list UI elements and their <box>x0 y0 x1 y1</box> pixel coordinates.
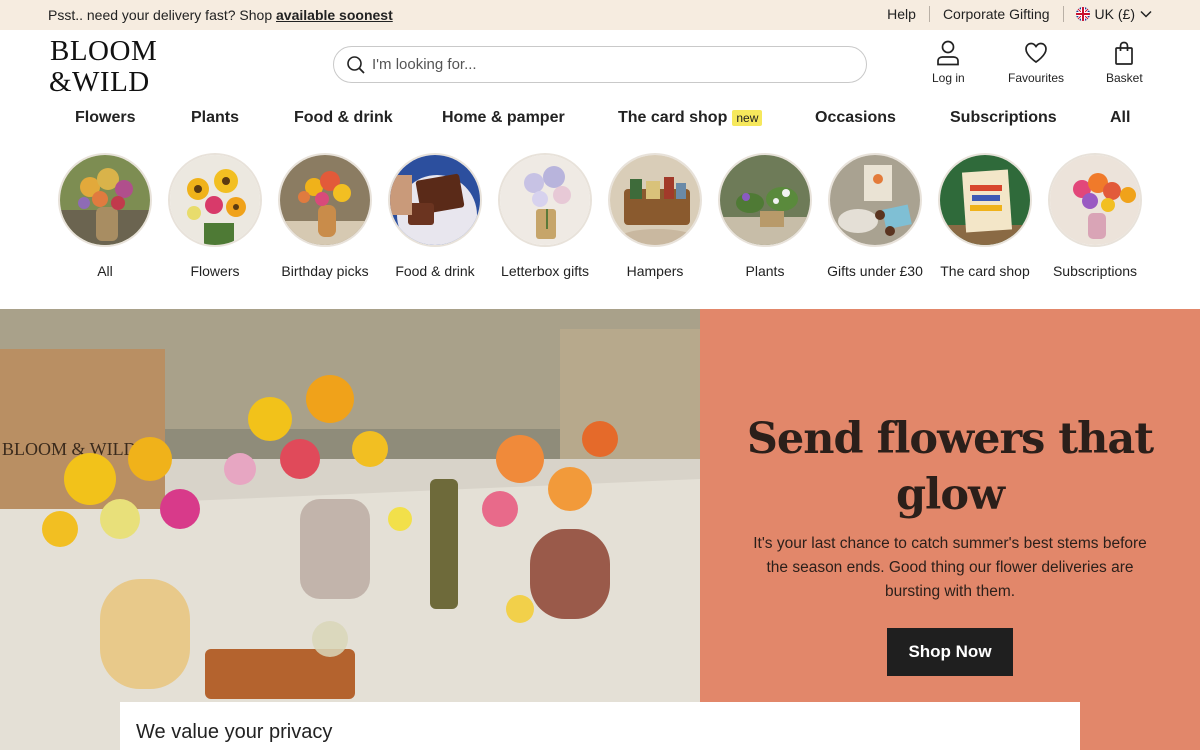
hero-title: Send flowers that glow <box>746 414 1154 520</box>
nav-item-occasions[interactable]: Occasions <box>815 109 896 127</box>
box-brand-text: BLOOM & WILD <box>2 439 137 459</box>
login-label: Log in <box>932 71 965 85</box>
logo-line-2: &WILD <box>49 66 150 95</box>
category-label: The card shop <box>940 263 1030 279</box>
category-plants[interactable]: Plants <box>710 153 820 279</box>
nav-item-flowers[interactable]: Flowers <box>75 109 135 127</box>
nav-item-card-shop[interactable]: The card shop new <box>618 109 763 127</box>
locale-label: UK (£) <box>1094 6 1135 22</box>
hero-description: It's your last chance to catch summer's … <box>753 535 1147 600</box>
user-icon <box>937 40 960 66</box>
basket-button[interactable]: Basket <box>1106 40 1143 85</box>
nav-item-plants[interactable]: Plants <box>191 109 239 127</box>
category-label: Plants <box>745 263 785 279</box>
subscription-bouquet-photo <box>1048 153 1142 247</box>
basket-icon <box>1115 41 1134 65</box>
category-hampers[interactable]: Hampers <box>600 153 710 279</box>
category-flowers[interactable]: Flowers <box>160 153 270 279</box>
help-link[interactable]: Help <box>874 6 929 22</box>
hero-panel: Send flowers that glow It's your last ch… <box>700 309 1200 750</box>
privacy-banner: We value your privacy <box>120 702 1080 750</box>
category-label: Birthday picks <box>281 263 369 279</box>
favourites-button[interactable]: Favourites <box>1008 40 1064 85</box>
hero-image: BLOOM & WILD <box>0 309 700 750</box>
category-birthday-picks[interactable]: Birthday picks <box>270 153 380 279</box>
logo-line-1: BLOOM <box>50 35 157 67</box>
heart-icon <box>1025 42 1047 64</box>
bloom-and-wild-logo[interactable]: BLOOM &WILD <box>49 35 177 98</box>
nav-item-card-shop-label: The card shop <box>618 109 728 126</box>
main-nav: Flowers Plants Food & drink Home & pampe… <box>0 109 1200 131</box>
category-letterbox-gifts[interactable]: Letterbox gifts <box>490 153 600 279</box>
birthday-bouquet-photo <box>278 153 372 247</box>
plant-photo <box>718 153 812 247</box>
category-label: Flowers <box>190 263 240 279</box>
hamper-photo <box>608 153 702 247</box>
search-icon <box>347 55 365 74</box>
category-carousel: All Flowers Birthday picks Food & drink … <box>0 153 1200 279</box>
favourites-label: Favourites <box>1008 71 1065 85</box>
category-food-drink[interactable]: Food & drink <box>380 153 490 279</box>
category-label: Hampers <box>626 263 684 279</box>
sunflower-bouquet-photo <box>168 153 262 247</box>
privacy-title: We value your privacy <box>136 721 333 743</box>
greeting-card-photo <box>938 153 1032 247</box>
category-all[interactable]: All <box>50 153 160 279</box>
category-subscriptions[interactable]: Subscriptions <box>1040 153 1150 279</box>
delivery-promo: Psst.. need your delivery fast? Shop ava… <box>48 7 393 23</box>
hero-banner: BLOOM & WILD Send flowers that glow It's… <box>0 309 1200 750</box>
new-badge: new <box>732 110 763 126</box>
nav-item-all[interactable]: All <box>1110 109 1130 127</box>
basket-label: Basket <box>1106 71 1143 85</box>
announcement-bar: Psst.. need your delivery fast? Shop ava… <box>0 0 1200 30</box>
shop-now-button[interactable]: Shop Now <box>887 628 1013 676</box>
available-soonest-link[interactable]: available soonest <box>276 7 393 23</box>
login-button[interactable]: Log in <box>932 40 965 85</box>
bouquet-photo <box>58 153 152 247</box>
category-label: All <box>97 263 113 279</box>
brownie-photo <box>388 153 482 247</box>
category-card-shop[interactable]: The card shop <box>930 153 1040 279</box>
chevron-down-icon <box>1140 10 1152 18</box>
locale-selector[interactable]: UK (£) <box>1064 6 1152 22</box>
category-label: Subscriptions <box>1052 263 1138 279</box>
letterbox-flowers-photo <box>498 153 592 247</box>
search-bar[interactable] <box>333 46 867 83</box>
category-label: Gifts under £30 <box>827 263 923 279</box>
nav-item-subscriptions[interactable]: Subscriptions <box>950 109 1057 127</box>
category-label: Food & drink <box>395 263 475 279</box>
category-gifts-under-30[interactable]: Gifts under £30 <box>820 153 930 279</box>
gift-box-photo <box>828 153 922 247</box>
utility-links: Help Corporate Gifting UK (£) <box>874 6 1152 22</box>
category-label: Letterbox gifts <box>501 263 589 279</box>
nav-item-home-pamper[interactable]: Home & pamper <box>442 109 565 127</box>
promo-text: Psst.. need your delivery fast? Shop <box>48 7 277 23</box>
nav-item-food-drink[interactable]: Food & drink <box>294 109 393 127</box>
corporate-gifting-link[interactable]: Corporate Gifting <box>930 6 1063 22</box>
search-input[interactable] <box>372 56 852 73</box>
uk-flag-icon <box>1075 7 1090 21</box>
